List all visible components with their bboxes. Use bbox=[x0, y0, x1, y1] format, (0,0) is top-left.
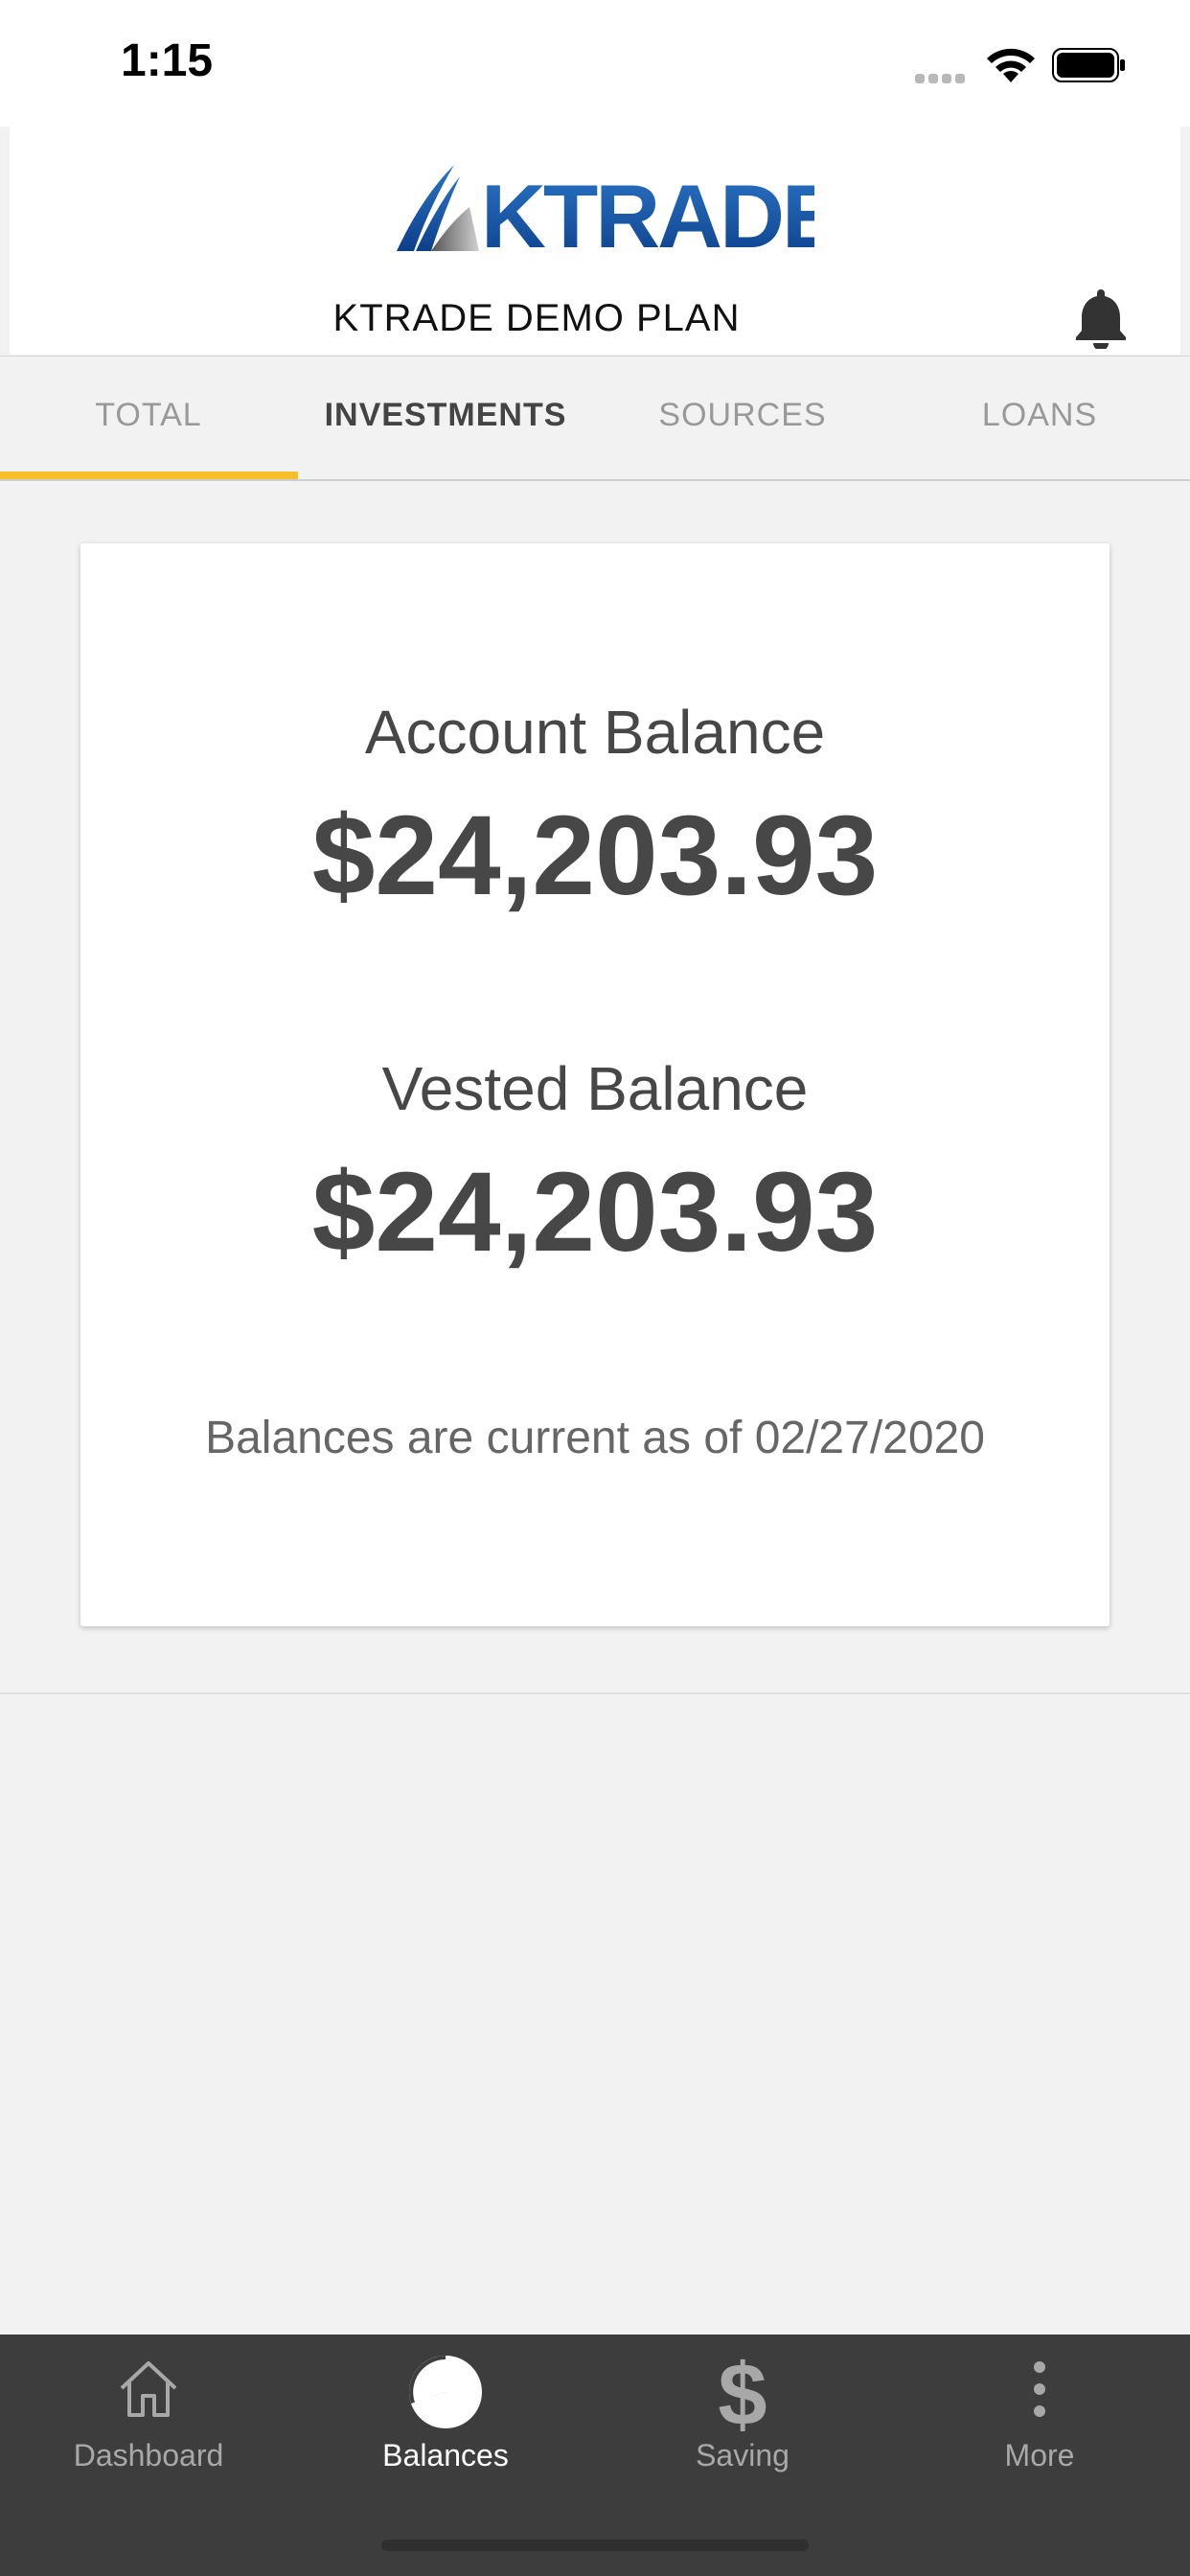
nav-more-label: More bbox=[1004, 2438, 1075, 2472]
tab-total[interactable]: TOTAL bbox=[0, 397, 297, 434]
svg-text:$: $ bbox=[718, 2354, 767, 2434]
wifi-icon bbox=[987, 48, 1035, 82]
nav-balances[interactable]: Balances bbox=[297, 2334, 594, 2526]
balance-card: Account Balance $24,203.93 Vested Balanc… bbox=[80, 543, 1110, 1626]
nav-dashboard[interactable]: Dashboard bbox=[0, 2334, 297, 2526]
battery-icon bbox=[1052, 48, 1125, 82]
nav-more[interactable]: More bbox=[891, 2334, 1188, 2526]
vested-balance-label: Vested Balance bbox=[381, 1054, 809, 1123]
nav-balances-label: Balances bbox=[382, 2438, 509, 2472]
status-time: 1:15 bbox=[121, 35, 214, 86]
balance-tabs: TOTAL INVESTMENTS SOURCES LOANS bbox=[0, 356, 1190, 481]
home-indicator bbox=[381, 2540, 809, 2551]
plan-name: KTRADE DEMO PLAN bbox=[332, 297, 741, 339]
section-divider bbox=[0, 1692, 1190, 1694]
nav-saving-label: Saving bbox=[696, 2438, 790, 2472]
tab-loans[interactable]: LOANS bbox=[891, 397, 1188, 434]
svg-text:KTRADE: KTRADE bbox=[481, 166, 814, 255]
nav-dashboard-label: Dashboard bbox=[73, 2438, 224, 2472]
tab-investments[interactable]: INVESTMENTS bbox=[297, 397, 594, 434]
status-bar: 1:15 bbox=[0, 0, 1190, 126]
account-balance-value: $24,203.93 bbox=[311, 793, 879, 919]
app-header: KTRADE KTRADE DEMO PLAN bbox=[10, 126, 1180, 355]
cellular-signal-icon bbox=[915, 71, 973, 83]
account-balance-label: Account Balance bbox=[364, 698, 826, 767]
more-vertical-icon bbox=[891, 2354, 1188, 2450]
tab-sources[interactable]: SOURCES bbox=[594, 397, 891, 434]
vested-balance-value: $24,203.93 bbox=[311, 1149, 879, 1276]
nav-saving[interactable]: $ Saving bbox=[594, 2334, 891, 2526]
ktrade-logo: KTRADE bbox=[397, 165, 814, 255]
pie-chart-icon bbox=[297, 2354, 594, 2450]
dollar-icon: $ bbox=[594, 2346, 891, 2450]
balances-as-of-note: Balances are current as of 02/27/2020 bbox=[205, 1413, 985, 1463]
home-icon bbox=[0, 2354, 297, 2450]
notification-bell-icon[interactable] bbox=[1071, 286, 1131, 349]
active-tab-indicator bbox=[0, 472, 298, 479]
